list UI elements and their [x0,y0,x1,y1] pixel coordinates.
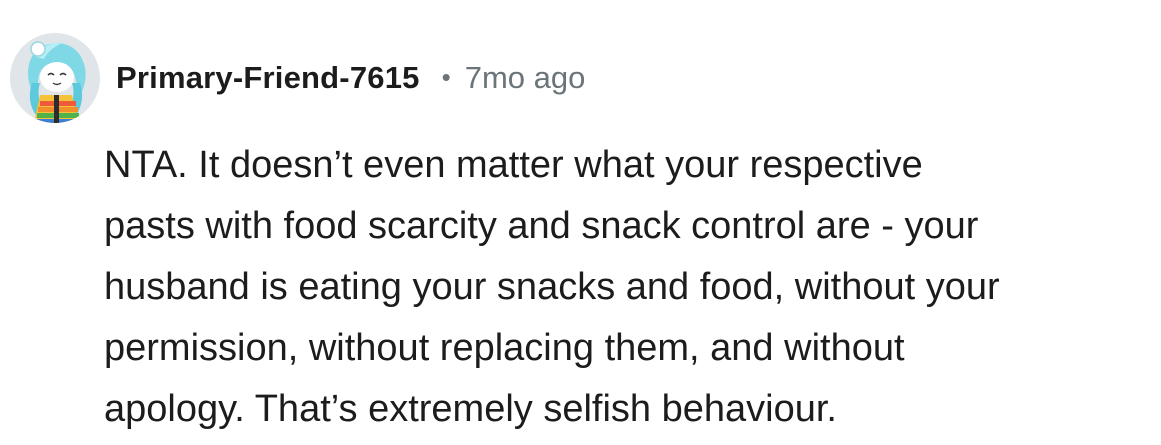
comment-body: NTA. It doesn’t even matter what your re… [104,135,1149,440]
comment: Primary-Friend-7615 • 7mo ago NTA. It do… [0,0,1161,445]
user-avatar-icon[interactable] [10,33,100,123]
comment-header: Primary-Friend-7615 • 7mo ago [10,30,585,126]
comment-timestamp[interactable]: 7mo ago [465,60,586,96]
comment-body-line: husband is eating your snacks and food, … [104,266,1000,308]
comment-body-line: apology. That’s extremely selfish behavi… [104,388,837,430]
comment-body-line: pasts with food scarcity and snack contr… [104,205,979,247]
meta-separator: • [441,61,451,92]
comment-body-line: permission, without replacing them, and … [104,327,905,369]
comment-body-line: NTA. It doesn’t even matter what your re… [104,144,923,186]
username-link[interactable]: Primary-Friend-7615 [116,60,420,96]
